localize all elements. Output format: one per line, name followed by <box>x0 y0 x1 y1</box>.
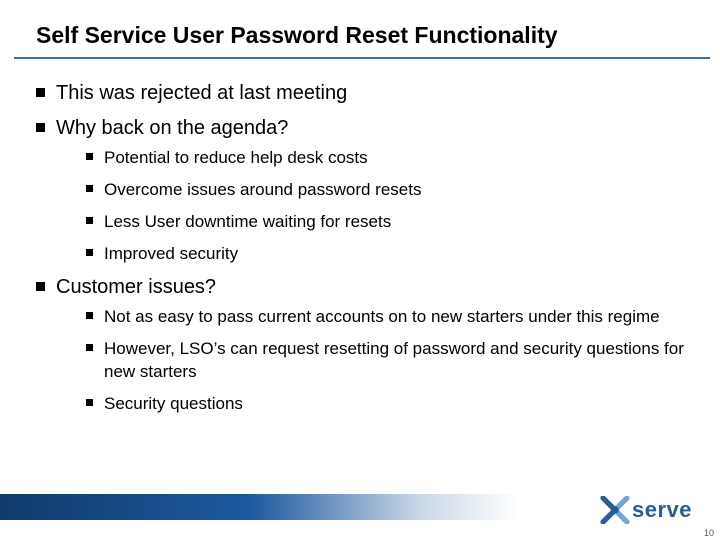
bullet-text: Customer issues? <box>56 276 216 298</box>
list-item: Improved security <box>86 243 686 265</box>
bullet-text: Overcome issues around password resets <box>104 180 421 199</box>
bullet-text: This was rejected at last meeting <box>56 82 347 104</box>
brand-x-icon <box>600 496 630 524</box>
bullet-text: Not as easy to pass current accounts on … <box>104 307 660 326</box>
list-item: Why back on the agenda? Potential to red… <box>34 116 686 265</box>
list-item: This was rejected at last meeting <box>34 81 686 106</box>
bullet-text: Security questions <box>104 394 243 413</box>
list-item: Potential to reduce help desk costs <box>86 147 686 169</box>
list-item: Less User downtime waiting for resets <box>86 211 686 233</box>
page-number: 10 <box>704 528 714 538</box>
slide-title: Self Service User Password Reset Functio… <box>0 0 720 57</box>
list-item: Not as easy to pass current accounts on … <box>86 306 686 328</box>
bullet-text: Less User downtime waiting for resets <box>104 212 391 231</box>
list-item: Security questions <box>86 393 686 415</box>
bullet-list-level2: Not as easy to pass current accounts on … <box>56 306 686 414</box>
bullet-list-level2: Potential to reduce help desk costs Over… <box>56 147 686 265</box>
slide-body: This was rejected at last meeting Why ba… <box>0 59 720 415</box>
bullet-list-level1: This was rejected at last meeting Why ba… <box>34 81 686 415</box>
bullet-text: Potential to reduce help desk costs <box>104 148 368 167</box>
list-item: Customer issues? Not as easy to pass cur… <box>34 275 686 414</box>
list-item: However, LSO’s can request resetting of … <box>86 338 686 382</box>
bullet-text: However, LSO’s can request resetting of … <box>104 339 684 380</box>
brand-logo: serve <box>600 496 692 524</box>
bullet-text: Improved security <box>104 244 238 263</box>
slide: Self Service User Password Reset Functio… <box>0 0 720 540</box>
list-item: Overcome issues around password resets <box>86 179 686 201</box>
bullet-text: Why back on the agenda? <box>56 117 288 139</box>
brand-wordmark: serve <box>632 497 692 523</box>
